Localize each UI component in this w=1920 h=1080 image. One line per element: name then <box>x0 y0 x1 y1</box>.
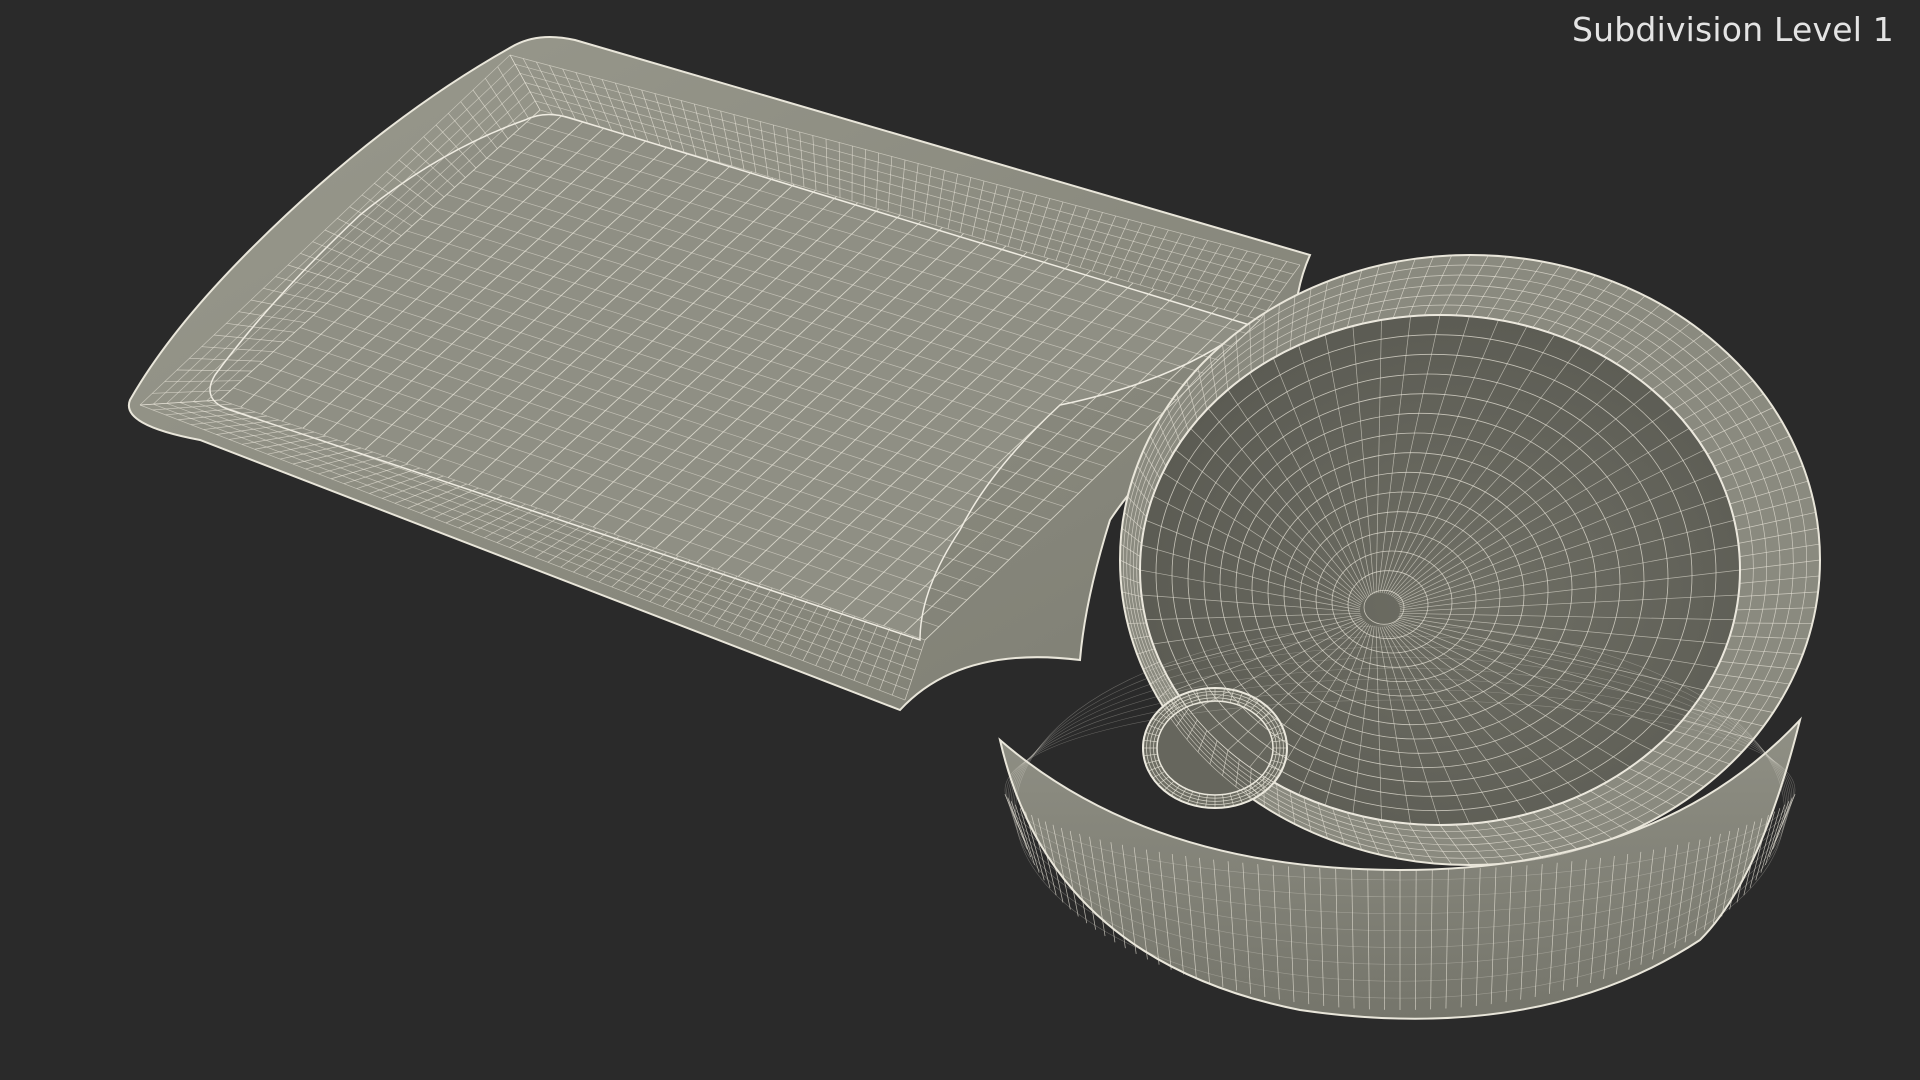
render-viewport: Subdivision Level 1 <box>0 0 1920 1080</box>
subdivision-level-label: Subdivision Level 1 <box>1572 10 1894 49</box>
sink-wireframe-model <box>127 35 1821 1020</box>
